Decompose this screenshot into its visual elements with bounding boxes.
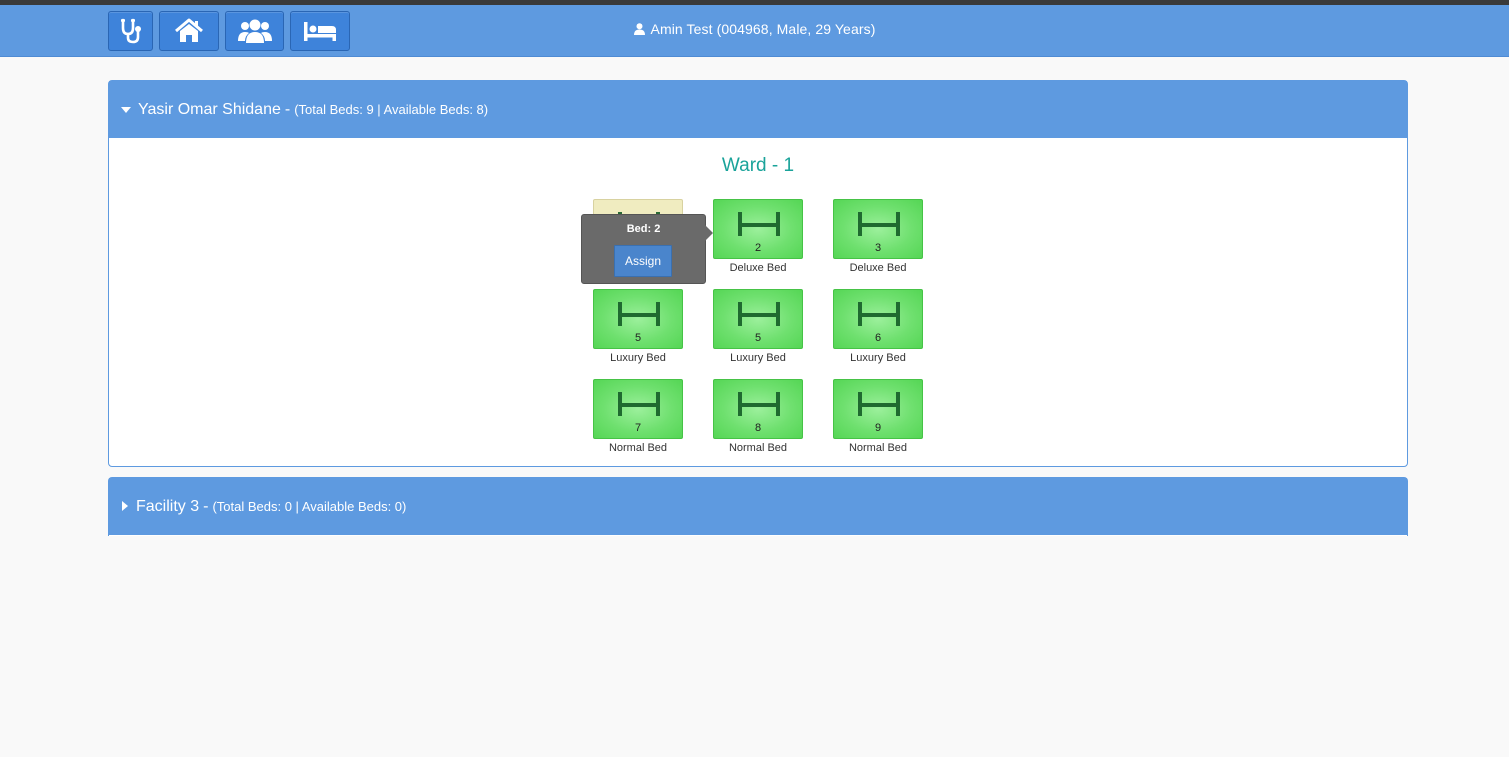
bed-icon	[858, 392, 900, 416]
bed-number: 3	[874, 242, 882, 254]
ward-title: Ward - 1	[721, 155, 795, 176]
bed-type: Luxury Bed	[850, 352, 906, 364]
facility-bed-counts: (Total Beds: 9 | Available Beds: 8)	[294, 102, 489, 117]
bed-tile[interactable]: 8 Normal Bed	[713, 379, 803, 454]
bed-type: Normal Bed	[848, 442, 908, 454]
popover-title: Bed: 2	[626, 223, 661, 235]
facility-name: Yasir Omar Shidane	[138, 100, 281, 118]
bed-box[interactable]: 6	[833, 289, 923, 349]
bed-type: Normal Bed	[608, 442, 668, 454]
facility-header[interactable]: Yasir Omar Shidane - (Total Beds: 9 | Av…	[109, 81, 1407, 138]
bed-number: 7	[634, 422, 642, 434]
top-navbar: Amin Test (004968, Male, 29 Years)	[0, 5, 1509, 57]
bed-number: 5	[634, 332, 642, 344]
bed-tile[interactable]: 5 Luxury Bed	[593, 289, 683, 364]
bed-icon	[738, 392, 780, 416]
user-icon	[633, 22, 645, 38]
bed-icon	[858, 212, 900, 236]
facility-panel: Facility 3 - (Total Beds: 0 | Available …	[108, 477, 1408, 536]
bed-number: 6	[874, 332, 882, 344]
facility-name: Facility 3	[136, 497, 200, 515]
bed-tile[interactable]: 7 Normal Bed	[593, 379, 683, 454]
facility-separator: -	[203, 497, 209, 515]
bed-box[interactable]: 5	[593, 289, 683, 349]
caret-down-icon	[121, 101, 131, 119]
bed-number: 5	[754, 332, 762, 344]
bed-tile[interactable]: 5 Luxury Bed	[713, 289, 803, 364]
bed-popover: Bed: 2 Assign	[581, 214, 713, 284]
bed-type: Luxury Bed	[730, 352, 786, 364]
bed-icon	[738, 212, 780, 236]
bed-tile[interactable]: 6 Luxury Bed	[833, 289, 923, 364]
bed-tile[interactable]: 9 Normal Bed	[833, 379, 923, 454]
bed-type: Luxury Bed	[610, 352, 666, 364]
bed-icon	[738, 302, 780, 326]
bed-box[interactable]: 8	[713, 379, 803, 439]
caret-right-icon	[121, 498, 129, 516]
bed-box[interactable]: 9	[833, 379, 923, 439]
facility-header[interactable]: Facility 3 - (Total Beds: 0 | Available …	[109, 478, 1407, 535]
facility-separator: -	[284, 100, 291, 118]
bed-box[interactable]: 7	[593, 379, 683, 439]
bed-box[interactable]: 3	[833, 199, 923, 259]
bed-icon	[618, 392, 660, 416]
bed-type: Normal Bed	[728, 442, 788, 454]
bed-number: 8	[754, 422, 762, 434]
bed-number: 2	[754, 242, 762, 254]
bed-type: Deluxe Bed	[849, 262, 907, 274]
bed-number: 9	[874, 422, 882, 434]
bed-icon	[618, 302, 660, 326]
bed-tile[interactable]: 2 Deluxe Bed	[713, 199, 803, 274]
assign-button[interactable]: Assign	[614, 245, 672, 277]
facility-bed-counts: (Total Beds: 0 | Available Beds: 0)	[212, 499, 407, 514]
bed-box[interactable]: 2	[713, 199, 803, 259]
popover-arrow	[705, 225, 713, 241]
bed-tile[interactable]: 3 Deluxe Bed	[833, 199, 923, 274]
patient-info: Amin Test (004968, Male, 29 Years)	[0, 21, 1509, 38]
bed-type: Deluxe Bed	[729, 262, 787, 274]
patient-label: Amin Test (004968, Male, 29 Years)	[650, 21, 876, 37]
bed-box[interactable]: 5	[713, 289, 803, 349]
bed-icon	[858, 302, 900, 326]
